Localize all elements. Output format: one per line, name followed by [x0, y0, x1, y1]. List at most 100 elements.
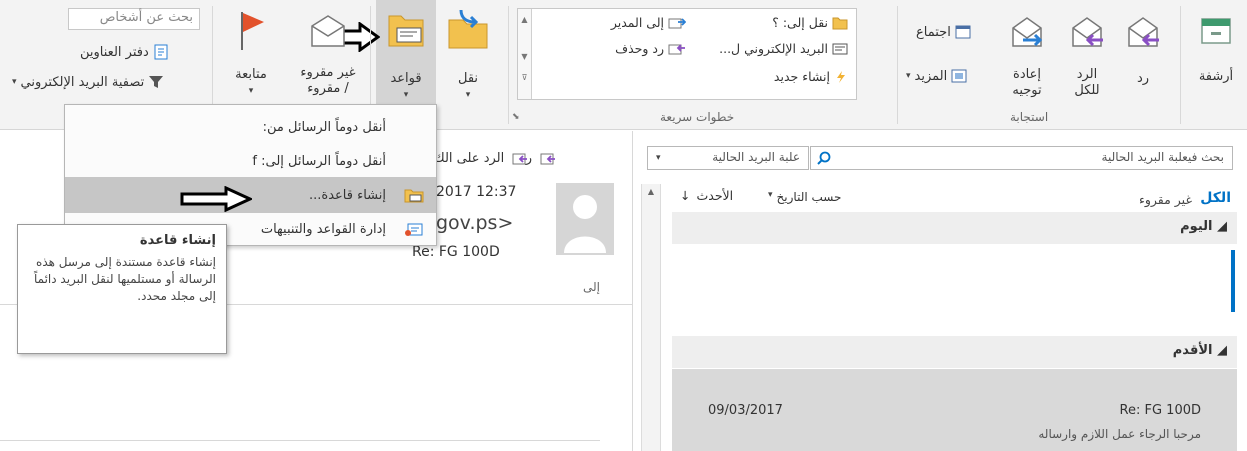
move-button[interactable]: نقل ▾	[440, 8, 496, 103]
address-book-label: دفتر العناوين	[80, 44, 149, 60]
archive-button[interactable]: أرشفة	[1188, 14, 1244, 85]
search-icon[interactable]	[817, 151, 831, 165]
message-date: 2017 12:37	[436, 184, 517, 200]
scroll-down-icon[interactable]: ▼	[518, 52, 531, 61]
filter-email-button[interactable]: تصفية البريد الإلكتروني ▾	[12, 74, 164, 90]
chevron-down-icon: ▾	[906, 71, 911, 81]
reply-all-button[interactable]: الرد للكل	[1060, 14, 1114, 99]
respond-group-label: استجابة	[1010, 110, 1049, 124]
section-older-label: الأقدم	[1172, 343, 1213, 358]
menu-item-label: أنقل دوماً الرسائل إلى: f	[252, 153, 386, 169]
reading-reply-all-button[interactable]: الرد على الك	[434, 150, 528, 166]
follow-up-button[interactable]: متابعة ▾	[220, 10, 282, 99]
reply-all-icon	[1072, 17, 1103, 47]
mailbox-search-input[interactable]: بحث فيعلبة البريد الحالية	[810, 146, 1233, 170]
separator	[1180, 6, 1181, 124]
quick-step-reply-delete[interactable]: رد وحذف	[615, 41, 686, 56]
arrow-down-icon: ↓	[680, 188, 691, 203]
dialog-launcher-icon[interactable]: ⬊	[512, 112, 520, 122]
pane-divider	[632, 131, 633, 451]
quick-step-move-to[interactable]: نقل إلى: ؟	[772, 15, 848, 30]
menu-item-label: أنقل دوماً الرسائل من:	[262, 119, 386, 135]
more-respond-button[interactable]: المزيد ▾	[906, 68, 967, 84]
search-placeholder: بحث فيعلبة البريد الحالية	[1101, 150, 1224, 164]
address-book-icon	[154, 44, 168, 60]
filter-icon	[149, 76, 164, 88]
scroll-up-icon[interactable]: ▲	[518, 15, 531, 24]
scroll-up-icon[interactable]: ▲	[642, 187, 660, 196]
quick-step-to-manager[interactable]: إلى المدير	[611, 15, 686, 30]
forward-button[interactable]: إعادة توجيه	[1000, 14, 1054, 99]
list-item-subject: Re: FG 100D	[1119, 403, 1201, 418]
meeting-button[interactable]: اجتماع	[916, 24, 971, 40]
list-item[interactable]: Re: FG 100D 09/03/2017 مرحبا الرجاء عمل …	[672, 369, 1237, 451]
filter-unread-tab[interactable]: غير مقروء	[1139, 192, 1192, 207]
move-label: نقل	[457, 71, 479, 86]
reply-all-icon	[512, 153, 528, 165]
chevron-down-icon: ▾	[12, 77, 17, 87]
chevron-down-icon: ▾	[403, 90, 409, 100]
menu-item-always-move-from[interactable]: أنقل دوماً الرسائل من:	[65, 109, 436, 145]
envelope-icon	[311, 15, 345, 47]
search-people-input[interactable]: بحث عن أشخاص	[68, 8, 200, 30]
meeting-label: اجتماع	[916, 24, 951, 40]
filter-all-tab[interactable]: الكل	[1200, 190, 1231, 206]
list-item-preview: مرحبا الرجاء عمل اللازم وارساله	[1038, 427, 1201, 441]
manage-rules-icon	[405, 223, 423, 236]
flag-icon	[241, 12, 264, 50]
sort-by-label: حسب التاريخ	[776, 190, 842, 204]
quick-step-label: رد وحذف	[615, 41, 664, 56]
reply-icon	[1128, 17, 1159, 47]
address-book-button[interactable]: دفتر العناوين	[80, 44, 169, 60]
chevron-down-icon: ▾	[465, 90, 471, 100]
avatar	[556, 183, 614, 255]
reply-button[interactable]: رد	[1120, 14, 1166, 87]
reply-icon	[540, 153, 556, 165]
quick-steps-group-label: خطوات سريعة	[660, 110, 735, 124]
more-icon	[951, 69, 967, 83]
scope-label: علبة البريد الحالية	[712, 150, 800, 164]
collapse-icon: ◢	[1212, 219, 1227, 234]
collapse-icon: ◢	[1212, 343, 1227, 358]
rules-label: قواعد	[390, 71, 422, 86]
menu-item-label: إنشاء قاعدة...	[309, 187, 386, 203]
divider	[0, 440, 600, 441]
rules-icon	[388, 15, 424, 47]
unread-read-button[interactable]: غير مقروء / مقروء	[290, 14, 366, 97]
filter-email-label: تصفية البريد الإلكتروني	[20, 74, 145, 90]
meeting-icon	[955, 25, 971, 39]
section-older[interactable]: ◢ الأقدم	[672, 336, 1237, 368]
forward-label: إعادة توجيه	[1012, 67, 1042, 98]
create-rule-icon	[404, 189, 424, 203]
unread-read-label: غير مقروء / مقروء	[300, 65, 356, 96]
quick-steps-gallery: ▲ ▼ ⊽ نقل إلى: ؟ إلى المدير البريد الإلك…	[517, 8, 857, 100]
message-list-scrollbar[interactable]: ▲	[641, 184, 661, 451]
reading-reply-all-label: الرد على الك	[434, 150, 505, 166]
menu-item-label: إدارة القواعد والتنبيهات	[260, 221, 386, 237]
sort-order-label: الأحدث	[696, 188, 734, 203]
menu-item-always-move-to[interactable]: أنقل دوماً الرسائل إلى: f	[65, 143, 436, 179]
email-icon	[832, 43, 848, 54]
quick-step-create-new[interactable]: إنشاء جديد	[774, 69, 848, 84]
chevron-down-icon: ▾	[768, 190, 773, 200]
tooltip-body: إنشاء قاعدة مستندة إلى مرسل هذه الرسالة …	[33, 255, 216, 303]
separator	[897, 6, 898, 124]
sort-order-button[interactable]: الأحدث ↓	[680, 188, 733, 203]
chevron-down-icon: ▾	[248, 86, 254, 96]
quick-steps-scrollbar[interactable]: ▲ ▼ ⊽	[518, 9, 532, 99]
reply-delete-icon	[668, 43, 685, 54]
lightning-icon	[837, 70, 845, 83]
section-today-label: اليوم	[1180, 219, 1213, 234]
more-label: المزيد	[914, 68, 948, 84]
person-icon	[564, 195, 606, 253]
reply-all-label: الرد للكل	[1074, 67, 1100, 98]
rules-button[interactable]: قواعد ▾	[376, 8, 436, 103]
search-scope-dropdown[interactable]: علبة البريد الحالية ▾	[647, 146, 809, 170]
forward-mail-icon	[668, 17, 686, 28]
quick-step-label: إنشاء جديد	[773, 69, 830, 84]
quick-step-email-to[interactable]: البريد الإلكتروني ل...	[719, 41, 848, 56]
section-today[interactable]: ◢ اليوم	[672, 212, 1237, 244]
list-item-date: 09/03/2017	[708, 403, 783, 418]
sort-by-dropdown[interactable]: حسب التاريخ ▾	[768, 190, 841, 204]
expand-icon[interactable]: ⊽	[518, 73, 531, 82]
